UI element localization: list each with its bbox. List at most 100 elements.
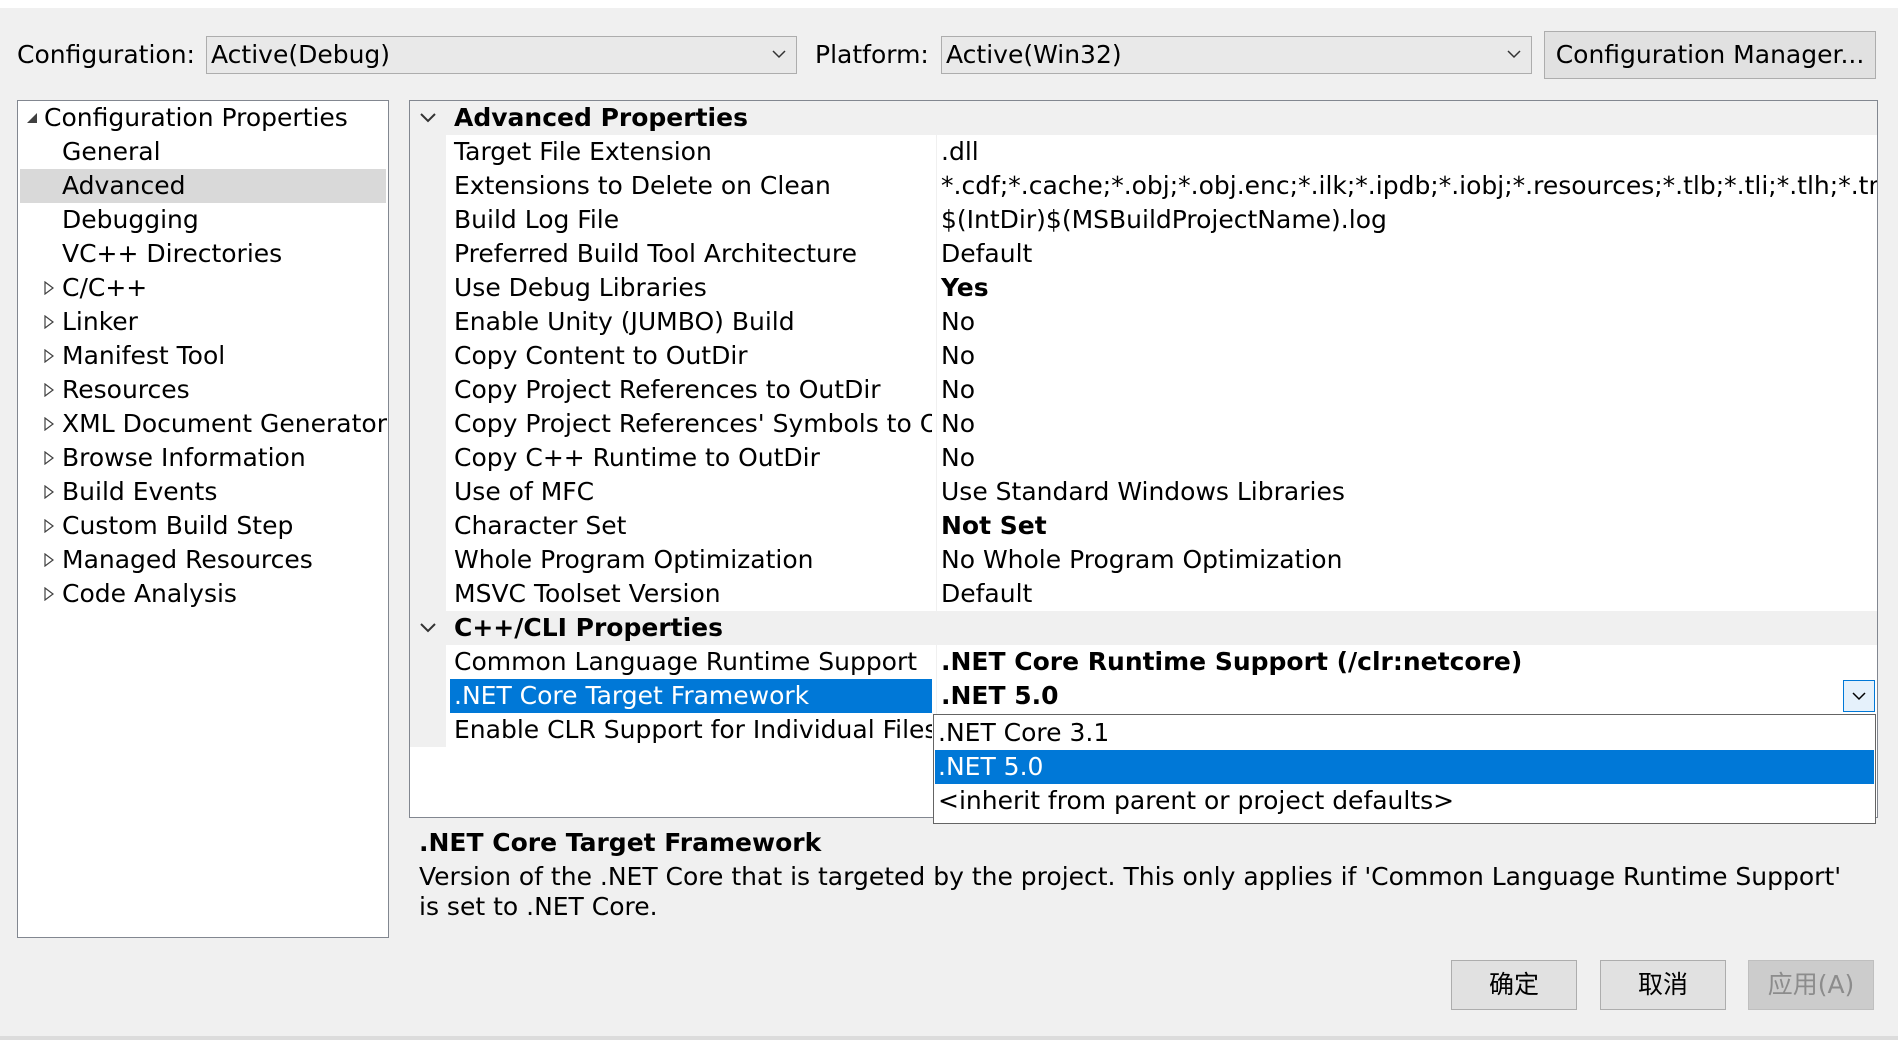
property-name[interactable]: Target File Extension [450,135,932,169]
property-value[interactable]: .NET Core Runtime Support (/clr:netcore) [936,645,1877,679]
collapsed-triangle-icon[interactable] [42,577,58,611]
expanded-triangle-icon[interactable] [24,101,40,135]
collapsed-triangle-icon[interactable] [42,509,58,543]
collapsed-triangle-icon[interactable] [42,407,58,441]
tree-item[interactable]: C/C++ [20,271,386,305]
property-row[interactable]: Target File Extension .dll [410,135,1877,169]
chevron-down-icon [1503,37,1525,73]
tree-item[interactable]: Advanced [20,169,386,203]
property-row[interactable]: Copy C++ Runtime to OutDir No [410,441,1877,475]
property-row[interactable]: Character Set Not Set [410,509,1877,543]
tree-item[interactable]: Build Events [20,475,386,509]
property-value[interactable]: Not Set [936,509,1877,543]
category-row[interactable]: Advanced Properties [410,101,1877,135]
property-row[interactable]: Whole Program Optimization No Whole Progr… [410,543,1877,577]
property-name[interactable]: Extensions to Delete on Clean [450,169,932,203]
collapsed-triangle-icon[interactable] [42,543,58,577]
tree-item[interactable]: Browse Information [20,441,386,475]
property-name[interactable]: Build Log File [450,203,932,237]
collapsed-triangle-icon[interactable] [42,339,58,373]
collapsed-triangle-icon[interactable] [42,373,58,407]
collapsed-triangle-icon[interactable] [42,475,58,509]
row-gutter [410,509,446,543]
property-value[interactable]: No [936,407,1877,441]
property-name[interactable]: Preferred Build Tool Architecture [450,237,932,271]
property-name[interactable]: Use of MFC [450,475,932,509]
property-name[interactable]: Copy Project References' Symbols to OutD [450,407,932,441]
tree-item-label: Managed Resources [62,545,313,574]
property-name[interactable]: Character Set [450,509,932,543]
collapse-chevron-icon[interactable] [420,101,440,135]
tree-item[interactable]: XML Document Generator [20,407,387,441]
property-name[interactable]: Copy C++ Runtime to OutDir [450,441,932,475]
property-row[interactable]: Common Language Runtime Support .NET Core… [410,645,1877,679]
dropdown-button[interactable] [1843,680,1875,712]
property-value[interactable]: .NET 5.0 [936,679,1877,713]
property-name[interactable]: .NET Core Target Framework [450,679,932,713]
property-value[interactable]: Default [936,237,1877,271]
collapse-chevron-icon[interactable] [420,611,440,645]
property-row[interactable]: Use Debug Libraries Yes [410,271,1877,305]
property-value[interactable]: No Whole Program Optimization [936,543,1877,577]
tree-item[interactable]: Manifest Tool [20,339,386,373]
property-value[interactable]: Yes [936,271,1877,305]
property-value[interactable]: No [936,305,1877,339]
property-value[interactable]: .dll [936,135,1877,169]
property-value[interactable]: Default [936,577,1877,611]
property-row[interactable]: Extensions to Delete on Clean *.cdf;*.cac… [410,169,1877,203]
property-value[interactable]: Use Standard Windows Libraries [936,475,1877,509]
row-gutter [410,135,446,169]
configuration-manager-button[interactable]: Configuration Manager... [1544,31,1876,79]
dropdown-option[interactable]: .NET 5.0 [935,750,1874,784]
chevron-down-icon [1852,692,1866,701]
platform-combobox[interactable]: Active(Win32) [941,36,1532,74]
tree-item[interactable]: Code Analysis [20,577,386,611]
property-name[interactable]: Use Debug Libraries [450,271,932,305]
tree-item-label: Linker [62,307,138,336]
cancel-button[interactable]: 取消 [1600,960,1726,1010]
property-name[interactable]: Whole Program Optimization [450,543,932,577]
row-gutter [410,475,446,509]
configuration-combobox[interactable]: Active(Debug) [206,36,797,74]
property-row[interactable]: Preferred Build Tool Architecture Default [410,237,1877,271]
property-row[interactable]: Copy Project References to OutDir No [410,373,1877,407]
property-value[interactable]: No [936,373,1877,407]
property-value[interactable]: No [936,441,1877,475]
property-tree[interactable]: Configuration Properties General Advanced… [17,100,389,938]
tree-item[interactable]: Custom Build Step [20,509,386,543]
description-text: Version of the .NET Core that is targete… [419,862,1842,921]
property-row[interactable]: Copy Project References' Symbols to OutD… [410,407,1877,441]
property-row[interactable]: .NET Core Target Framework .NET 5.0 [410,679,1877,713]
tree-item[interactable]: VC++ Directories [20,237,386,271]
collapsed-triangle-icon[interactable] [42,305,58,339]
tree-root-configuration-properties[interactable]: Configuration Properties [20,101,386,135]
property-name[interactable]: Copy Project References to OutDir [450,373,932,407]
tree-item[interactable]: Managed Resources [20,543,386,577]
collapsed-triangle-icon[interactable] [42,441,58,475]
property-grid[interactable]: Advanced Properties Target File Extension… [409,100,1878,818]
property-row[interactable]: Build Log File $(IntDir)$(MSBuildProjectN… [410,203,1877,237]
tree-item[interactable]: General [20,135,386,169]
dropdown-option[interactable]: <inherit from parent or project defaults… [935,784,1874,818]
property-value[interactable]: $(IntDir)$(MSBuildProjectName).log [936,203,1877,237]
apply-button[interactable]: 应用(A) [1748,960,1874,1010]
property-name[interactable]: Enable Unity (JUMBO) Build [450,305,932,339]
property-name[interactable]: MSVC Toolset Version [450,577,932,611]
property-row[interactable]: Copy Content to OutDir No [410,339,1877,373]
framework-dropdown-list[interactable]: .NET Core 3.1 .NET 5.0 <inherit from paren… [933,714,1876,824]
property-row[interactable]: Enable Unity (JUMBO) Build No [410,305,1877,339]
dropdown-option[interactable]: .NET Core 3.1 [935,716,1874,750]
tree-item[interactable]: Resources [20,373,386,407]
tree-item[interactable]: Debugging [20,203,386,237]
property-name[interactable]: Copy Content to OutDir [450,339,932,373]
tree-item[interactable]: Linker [20,305,386,339]
property-value[interactable]: *.cdf;*.cache;*.obj;*.obj.enc;*.ilk;*.ip… [936,169,1877,203]
property-value[interactable]: No [936,339,1877,373]
ok-button[interactable]: 确定 [1451,960,1577,1010]
category-row[interactable]: C++/CLI Properties [410,611,1877,645]
property-row[interactable]: MSVC Toolset Version Default [410,577,1877,611]
property-name[interactable]: Enable CLR Support for Individual Files [450,713,932,747]
collapsed-triangle-icon[interactable] [42,271,58,305]
property-row[interactable]: Use of MFC Use Standard Windows Libraries [410,475,1877,509]
property-name[interactable]: Common Language Runtime Support [450,645,932,679]
